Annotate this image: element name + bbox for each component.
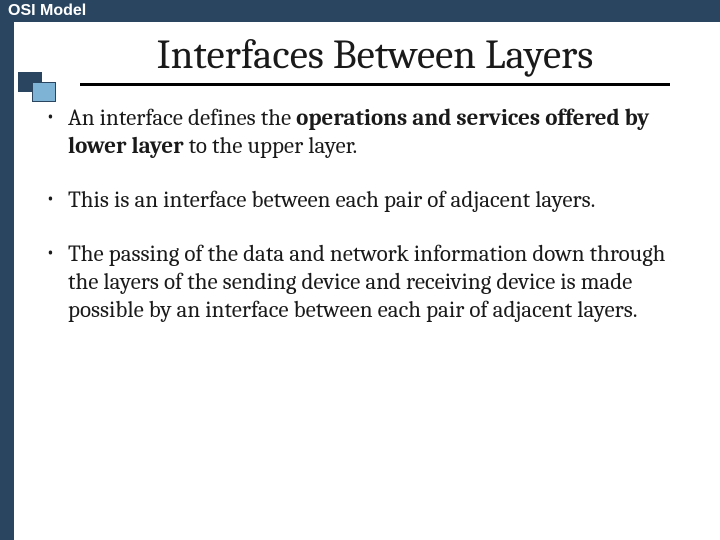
title-area: Interfaces Between Layers <box>0 22 720 86</box>
page-title: Interfaces Between Layers <box>80 32 670 86</box>
list-item: An interface defines the operations and … <box>40 104 680 160</box>
header-label: OSI Model <box>8 2 86 19</box>
bullet-text-pre: The passing of the data and network info… <box>68 240 665 323</box>
bullet-text-pre: An interface defines the <box>68 104 296 131</box>
content-area: An interface defines the operations and … <box>0 86 720 324</box>
bullet-list: An interface defines the operations and … <box>40 104 680 324</box>
list-item: This is an interface between each pair o… <box>40 186 680 214</box>
bullet-text-post: to the upper layer. <box>184 132 358 159</box>
header-bar: OSI Model <box>0 0 720 22</box>
bullet-text-pre: This is an interface between each pair o… <box>68 186 595 213</box>
list-item: The passing of the data and network info… <box>40 240 680 324</box>
